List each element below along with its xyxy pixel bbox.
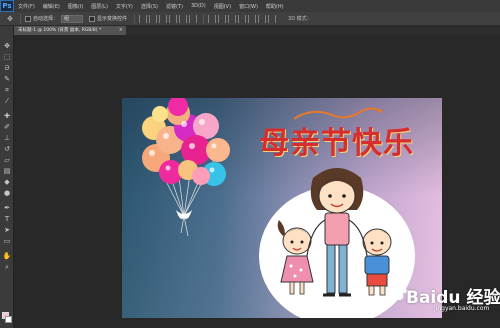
- mode-3d-label: 3D 模式：: [288, 16, 312, 22]
- blur-icon[interactable]: ◆: [2, 178, 12, 187]
- auto-select-dropdown[interactable]: 组: [61, 14, 84, 23]
- crop-icon[interactable]: ⌗: [2, 86, 12, 95]
- path-select-icon[interactable]: ➤: [2, 226, 12, 235]
- align-top-icon[interactable]: [139, 14, 148, 23]
- eraser-icon[interactable]: ▱: [2, 156, 12, 165]
- dodge-icon[interactable]: ●: [2, 189, 12, 198]
- show-transform-checkbox[interactable]: [89, 15, 96, 22]
- align-right-icon[interactable]: [189, 14, 198, 23]
- menu-view[interactable]: 视图(V): [210, 3, 235, 10]
- marquee-icon[interactable]: ⬚: [2, 53, 12, 62]
- quick-select-icon[interactable]: ✎: [2, 75, 12, 84]
- history-brush-icon[interactable]: ↺: [2, 145, 12, 154]
- document-tab[interactable]: 未标题-1 @ 100% (背景 副本, RGB/8) * ×: [14, 26, 126, 35]
- align-bottom-icon[interactable]: [159, 14, 168, 23]
- shape-icon[interactable]: ▭: [2, 237, 12, 246]
- title-text: 母亲节快乐: [259, 126, 414, 161]
- watermark-url: jingyan.baidu.com: [434, 305, 490, 312]
- menu-window[interactable]: 窗口(W): [235, 3, 262, 10]
- menu-image[interactable]: 图像(I): [64, 3, 87, 10]
- menu-edit[interactable]: 编辑(E): [39, 3, 64, 10]
- healing-icon[interactable]: ✚: [2, 112, 12, 121]
- menu-file[interactable]: 文件(F): [14, 3, 39, 10]
- brush-icon[interactable]: ✐: [2, 123, 12, 132]
- type-icon[interactable]: T: [2, 215, 12, 224]
- move-tool-preset-icon[interactable]: ✥: [4, 14, 16, 24]
- clone-stamp-icon[interactable]: ⊥: [2, 134, 12, 143]
- auto-select-label: 自动选择：: [33, 16, 59, 22]
- move-icon[interactable]: ✥: [2, 42, 12, 51]
- menu-select[interactable]: 选择(S): [137, 3, 162, 10]
- align-left-icon[interactable]: [169, 14, 178, 23]
- menu-layer[interactable]: 图层(L): [87, 3, 112, 10]
- hand-icon[interactable]: ✋: [2, 252, 12, 261]
- distribute-left-icon[interactable]: [238, 14, 247, 23]
- auto-align-icon[interactable]: [268, 14, 277, 23]
- options-bar: ✥ 自动选择： 组 显示变换控件 3D 模式：: [0, 12, 500, 26]
- auto-select-checkbox[interactable]: [25, 15, 31, 22]
- align-center-icon[interactable]: [179, 14, 188, 23]
- distribute-middle-icon[interactable]: [218, 14, 227, 23]
- divider: [134, 13, 136, 24]
- baidu-watermark: Baidu 经验 jingyan.baidu.com: [382, 283, 500, 328]
- menu-3d[interactable]: 3D(D): [187, 3, 210, 9]
- menu-bar: Ps 文件(F) 编辑(E) 图像(I) 图层(L) 文字(Y) 选择(S) 滤…: [0, 0, 500, 12]
- distribute-top-icon[interactable]: [208, 14, 217, 23]
- distribute-bottom-icon[interactable]: [228, 14, 237, 23]
- document-tab-label: 未标题-1 @ 100% (背景 副本, RGB/8) *: [18, 28, 102, 33]
- divider: [20, 13, 21, 24]
- show-transform-label: 显示变换控件: [97, 16, 128, 22]
- document-tab-bar: 未标题-1 @ 100% (背景 副本, RGB/8) * ×: [14, 26, 500, 35]
- distribute-center-icon[interactable]: [248, 14, 257, 23]
- close-icon[interactable]: ×: [119, 26, 123, 35]
- menu-filter[interactable]: 滤镜(T): [162, 3, 187, 10]
- gradient-icon[interactable]: ▤: [2, 167, 12, 176]
- pen-icon[interactable]: ✒: [2, 204, 12, 213]
- menu-help[interactable]: 帮助(H): [262, 3, 288, 10]
- background-color-swatch[interactable]: [5, 316, 12, 323]
- zoom-icon[interactable]: ⌕: [2, 263, 12, 272]
- menu-type[interactable]: 文字(Y): [112, 3, 137, 10]
- balloons-illustration: [142, 98, 230, 237]
- divider: [203, 13, 205, 24]
- tools-panel: ✥ ⬚ ᘐ ✎ ⌗ ⁄ ✚ ✐ ⊥ ↺ ▱ ▤ ◆ ● ✒ T ➤ ▭ ✋ ⌕: [0, 26, 14, 328]
- align-middle-icon[interactable]: [149, 14, 158, 23]
- photoshop-logo: Ps: [0, 0, 14, 12]
- distribute-right-icon[interactable]: [258, 14, 267, 23]
- eyedropper-icon[interactable]: ⁄: [2, 97, 12, 106]
- lasso-icon[interactable]: ᘐ: [2, 64, 12, 73]
